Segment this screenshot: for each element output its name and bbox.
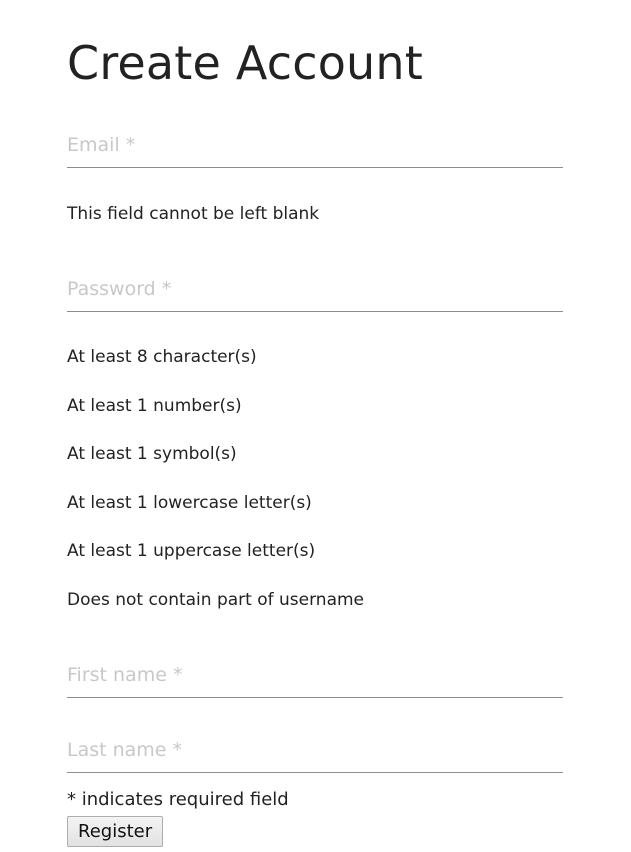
password-rule-symbol: At least 1 symbol(s) [67,444,237,464]
password-rule-no-username: Does not contain part of username [67,590,365,610]
last-name-field-container [67,728,563,773]
email-field[interactable] [67,123,563,167]
password-rule-min-length: At least 8 character(s) [67,347,257,367]
register-button[interactable]: Register [67,816,164,847]
page-title: Create Account [67,36,423,90]
password-rule-number: At least 1 number(s) [67,396,242,416]
password-field-container [67,267,563,312]
email-field-container [67,123,563,168]
first-name-field[interactable] [67,653,563,697]
password-rule-lowercase: At least 1 lowercase letter(s) [67,493,312,513]
password-rule-uppercase: At least 1 uppercase letter(s) [67,541,316,561]
email-error-message: This field cannot be left blank [67,204,320,224]
last-name-field[interactable] [67,728,563,772]
first-name-field-container [67,653,563,698]
required-field-note: * indicates required field [67,789,289,810]
password-field[interactable] [67,267,563,311]
